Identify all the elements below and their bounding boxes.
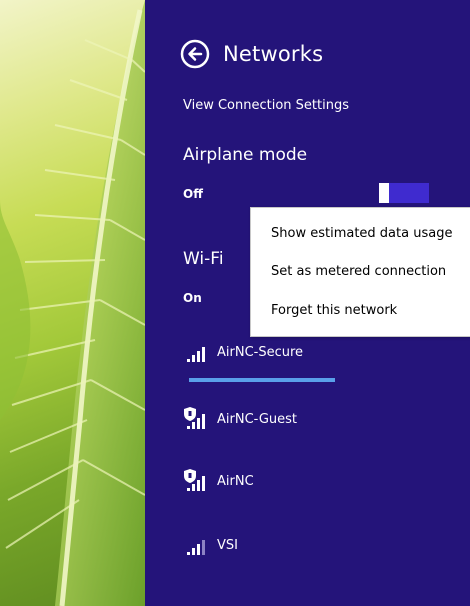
network-name: AirNC xyxy=(217,473,254,489)
network-context-menu: Show estimated data usage Set as metered… xyxy=(250,207,470,337)
network-name: AirNC-Guest xyxy=(217,411,297,427)
secured-wifi-signal-icon xyxy=(183,469,211,493)
network-item-airnc[interactable]: AirNC xyxy=(183,461,383,501)
network-item-airnc-secure[interactable]: AirNC-Secure xyxy=(183,332,383,372)
network-name: AirNC-Secure xyxy=(217,344,304,360)
back-arrow-icon[interactable] xyxy=(179,38,211,70)
airplane-mode-heading: Airplane mode xyxy=(183,145,308,165)
menu-item-forget-network[interactable]: Forget this network xyxy=(271,303,397,318)
view-connection-settings-link[interactable]: View Connection Settings xyxy=(183,98,349,113)
network-name: VSI xyxy=(217,537,238,553)
screen: Networks View Connection Settings Airpla… xyxy=(0,0,470,606)
selected-network-indicator xyxy=(189,378,335,382)
network-item-vsi[interactable]: VSI xyxy=(183,525,383,565)
airplane-mode-toggle[interactable] xyxy=(379,183,429,203)
wifi-heading: Wi-Fi xyxy=(183,249,224,269)
wifi-state: On xyxy=(183,291,202,305)
panel-header: Networks xyxy=(179,38,323,70)
panel-title: Networks xyxy=(223,42,324,66)
airplane-mode-state: Off xyxy=(183,187,203,201)
menu-item-set-metered[interactable]: Set as metered connection xyxy=(271,264,446,279)
toggle-thumb[interactable] xyxy=(379,183,389,203)
network-item-airnc-guest[interactable]: AirNC-Guest xyxy=(183,399,383,439)
menu-item-show-data-usage[interactable]: Show estimated data usage xyxy=(271,226,452,241)
wifi-signal-icon xyxy=(183,340,211,364)
secured-wifi-signal-icon xyxy=(183,407,211,431)
leaf-image xyxy=(0,0,145,606)
weak-wifi-signal-icon xyxy=(183,533,211,557)
desktop-wallpaper xyxy=(0,0,145,606)
